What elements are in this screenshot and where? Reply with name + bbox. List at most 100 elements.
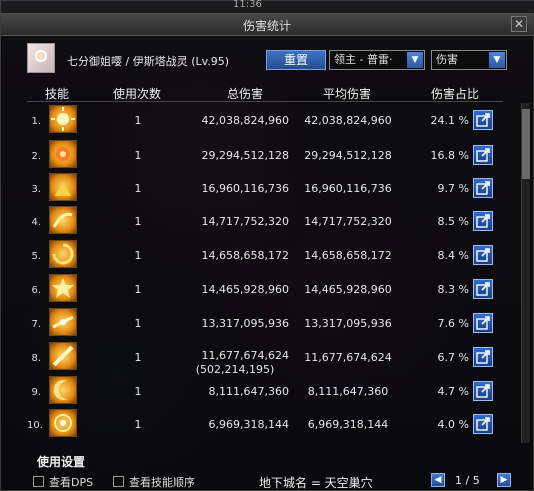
- damage-share: 4.0 %: [437, 418, 469, 431]
- share-link-icon[interactable]: [473, 279, 493, 299]
- table-row: 4. 1 14,717,752,320 14,717,752,320 8.5 %: [27, 204, 503, 238]
- table-row: 8. 1 11,677,674,624 (502,214,195) 11,677…: [27, 340, 503, 376]
- damage-share: 16.8 %: [430, 149, 469, 162]
- spiral-icon: [49, 240, 77, 268]
- character-name: 七分御姐嘤 / 伊斯塔战灵 (Lv.95): [67, 55, 230, 68]
- window-titlebar[interactable]: 伤害统计 ✕: [1, 13, 533, 36]
- damage-share: 7.6 %: [437, 317, 469, 330]
- share-link-icon[interactable]: [473, 414, 493, 434]
- share-link-icon[interactable]: [473, 145, 493, 165]
- average-damage: 42,038,824,960: [304, 114, 392, 127]
- show-dps-label: 查看DPS: [49, 476, 94, 489]
- damage-share: 8.3 %: [437, 283, 469, 296]
- window-title: 伤害统计: [242, 19, 291, 33]
- usage-count: 1: [134, 249, 142, 262]
- table-row: 7. 1 13,317,095,936 13,317,095,936 7.6 %: [27, 306, 503, 340]
- column-share: 伤害占比: [431, 87, 480, 101]
- table-row: 2. 1 29,294,512,128 29,294,512,128 16.8 …: [27, 138, 503, 172]
- average-damage: 14,465,928,960: [304, 283, 392, 296]
- usage-count: 1: [134, 351, 142, 364]
- share-link-icon[interactable]: [473, 347, 493, 367]
- header-divider: [27, 101, 503, 102]
- rank-number: 5.: [31, 251, 41, 262]
- scrollbar-thumb[interactable]: [522, 109, 530, 179]
- total-damage: 29,294,512,128: [201, 149, 289, 162]
- character-header: 七分御姐嘤 / 伊斯塔战灵 (Lv.95) 重置 领主 - 普雷· ▼ 伤害 ▼: [27, 43, 517, 79]
- rank-number: 7.: [31, 319, 41, 330]
- next-page-button[interactable]: ▶: [497, 473, 511, 487]
- average-damage: 14,717,752,320: [304, 215, 392, 228]
- usage-count: 1: [134, 215, 142, 228]
- rank-number: 1.: [31, 116, 41, 127]
- share-link-icon[interactable]: [473, 211, 493, 231]
- damage-share: 8.5 %: [437, 215, 469, 228]
- flame-sun-icon: [49, 140, 77, 168]
- average-damage: 29,294,512,128: [304, 149, 392, 162]
- prev-page-button[interactable]: ◀: [431, 473, 445, 487]
- total-damage: 14,658,658,172: [201, 249, 289, 262]
- average-damage: 13,317,095,936: [304, 317, 392, 330]
- chevron-down-icon: ▼: [489, 52, 505, 68]
- share-link-icon[interactable]: [473, 313, 493, 333]
- rank-number: 10.: [27, 420, 43, 431]
- table-row: 10. 1 6,969,318,144 6,969,318,144 4.0 %: [27, 407, 503, 441]
- rank-number: 9.: [31, 387, 41, 398]
- boss-select-value: 领主 - 普雷·: [334, 53, 393, 66]
- fire-wave-icon: [49, 173, 77, 201]
- share-link-icon[interactable]: [473, 381, 493, 401]
- usage-count: 1: [134, 317, 142, 330]
- total-damage: 13,317,095,936: [201, 317, 289, 330]
- share-link-icon[interactable]: [473, 110, 493, 130]
- share-link-icon[interactable]: [473, 178, 493, 198]
- damage-share: 6.7 %: [437, 351, 469, 364]
- table-row: 1. 1 42,038,824,960 42,038,824,960 24.1 …: [27, 103, 503, 137]
- rank-number: 2.: [31, 151, 41, 162]
- damage-type-select-value: 伤害: [436, 53, 458, 66]
- scrollbar[interactable]: [521, 103, 530, 443]
- share-link-icon[interactable]: [473, 245, 493, 265]
- average-damage: 8,111,647,360: [307, 385, 389, 398]
- crescent-icon: [49, 376, 77, 404]
- total-damage: 6,969,318,144: [208, 418, 289, 431]
- slash-arc-icon: [49, 206, 77, 234]
- average-damage: 6,969,318,144: [307, 418, 389, 431]
- column-average: 平均伤害: [323, 87, 372, 101]
- rank-number: 4.: [31, 217, 41, 228]
- page-indicator: 1 / 5: [455, 474, 480, 487]
- close-button[interactable]: ✕: [511, 16, 527, 32]
- total-damage: 16,960,116,736: [201, 182, 289, 195]
- table-row: 5. 1 14,658,658,172 14,658,658,172 8.4 %: [27, 238, 503, 272]
- show-order-label: 查看技能顺序: [129, 476, 195, 489]
- damage-share: 4.7 %: [437, 385, 469, 398]
- usage-count: 1: [134, 182, 142, 195]
- table-row: 6. 1 14,465,928,960 14,465,928,960 8.3 %: [27, 272, 503, 306]
- damage-share: 8.4 %: [437, 249, 469, 262]
- show-dps-checkbox[interactable]: [33, 476, 44, 487]
- usage-count: 1: [134, 283, 142, 296]
- usage-count: 1: [134, 418, 142, 431]
- radiant-slash-icon: [49, 308, 77, 336]
- dungeon-name: 地下城名 = 天空巢穴: [259, 476, 373, 490]
- rank-number: 8.: [31, 353, 41, 364]
- column-total: 总伤害: [227, 87, 264, 101]
- avatar: [27, 43, 55, 73]
- show-order-checkbox[interactable]: [113, 476, 124, 487]
- settings-label: 使用设置: [37, 455, 86, 469]
- bottom-bar: 查看DPS 查看技能顺序 地下城名 = 天空巢穴 ◀ 1 / 5 ▶: [27, 473, 527, 491]
- star-burst-icon: [49, 274, 77, 302]
- damage-type-select[interactable]: 伤害 ▼: [431, 50, 507, 70]
- usage-count: 1: [134, 114, 142, 127]
- average-damage: 16,960,116,736: [304, 182, 392, 195]
- average-damage: 11,677,674,624: [304, 351, 392, 364]
- table-header: 技能 使用次数 总伤害 平均伤害 伤害占比: [27, 85, 517, 101]
- usage-count: 1: [134, 385, 142, 398]
- usage-count: 1: [134, 149, 142, 162]
- reset-button[interactable]: 重置: [266, 50, 326, 70]
- damage-stats-window: 11:36 伤害统计 ✕ 七分御姐嘤 / 伊斯塔战灵 (Lv.95) 重置 领主…: [0, 0, 534, 491]
- chevron-down-icon: ▼: [407, 52, 423, 68]
- boss-select[interactable]: 领主 - 普雷· ▼: [329, 50, 425, 70]
- total-damage: 8,111,647,360: [208, 385, 289, 398]
- vortex-icon: [49, 409, 77, 437]
- rank-number: 3.: [31, 184, 41, 195]
- total-damage: 42,038,824,960: [201, 114, 289, 127]
